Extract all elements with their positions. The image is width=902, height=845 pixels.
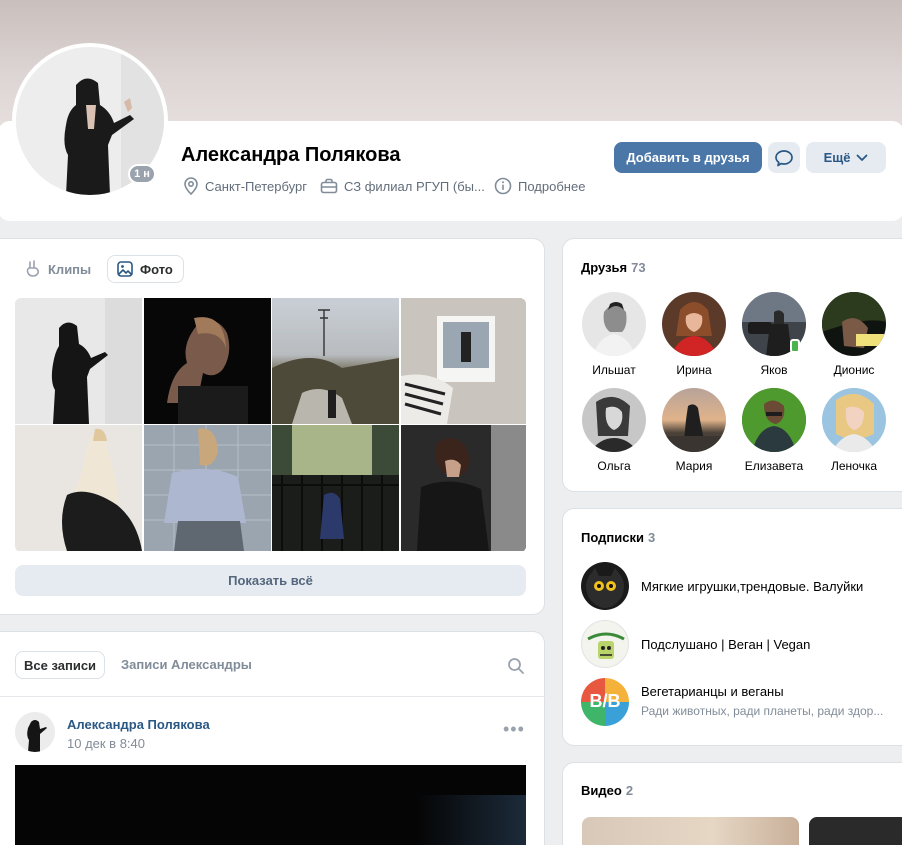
photo-icon	[117, 261, 133, 277]
photos-section: Клипы Фото Показать всё	[0, 238, 545, 615]
wall-section: Все записи Записи Александры Александра …	[0, 631, 545, 845]
chevron-down-icon	[857, 154, 868, 161]
post-date[interactable]: 10 дек в 8:40	[67, 736, 145, 751]
post-author-name[interactable]: Александра Полякова	[67, 717, 210, 732]
subscription-name: Вегетарианцы и веганы	[641, 684, 784, 699]
online-indicator	[790, 339, 800, 353]
friend-avatar	[662, 292, 726, 356]
friend-item[interactable]: Ирина	[654, 292, 734, 377]
tab-clips-label: Клипы	[48, 261, 92, 277]
video-title-label: Видео	[581, 783, 622, 798]
friend-avatar	[582, 388, 646, 452]
friend-item[interactable]: Леночка	[814, 388, 894, 473]
subscription-item[interactable]: Мягкие игрушки,трендовые. Валуйки	[581, 562, 901, 610]
message-icon	[775, 149, 793, 166]
friend-name: Ирина	[676, 363, 712, 377]
photo-thumbnail[interactable]	[15, 298, 142, 424]
subscription-avatar	[581, 562, 629, 610]
friends-section: Друзья 73 Ильшат Ирина Яков Дионис Ольга …	[562, 238, 902, 492]
friend-avatar	[742, 388, 806, 452]
details-link[interactable]: Подробнее	[494, 177, 585, 195]
subscription-name: Мягкие игрушки,трендовые. Валуйки	[641, 579, 864, 594]
subscriptions-title-label: Подписки	[581, 530, 644, 545]
video-section: Видео 2	[562, 762, 902, 845]
divider	[0, 696, 545, 697]
friend-item[interactable]: Дионис	[814, 292, 894, 377]
photo-thumbnail[interactable]	[143, 298, 271, 424]
friends-title-label: Друзья	[581, 260, 628, 275]
details-label: Подробнее	[518, 178, 586, 194]
friend-name: Ольга	[597, 459, 631, 473]
post-media-light	[416, 795, 526, 845]
friend-avatar	[822, 388, 886, 452]
photo-thumbnail[interactable]	[272, 298, 400, 424]
work-label: СЗ филиал РГУП (бы...	[344, 178, 485, 194]
clips-icon	[26, 260, 40, 277]
friend-name: Леночка	[830, 459, 878, 473]
video-thumbnail[interactable]	[582, 817, 799, 845]
more-label: Ещё	[823, 150, 851, 165]
briefcase-icon	[320, 178, 338, 194]
subscriptions-title[interactable]: Подписки 3	[581, 530, 655, 545]
subscription-avatar: В/В	[581, 678, 629, 726]
subscription-avatar	[581, 620, 629, 668]
location-pin-icon	[184, 177, 198, 195]
video-thumbnail[interactable]	[809, 817, 902, 845]
friend-name: Дионис	[833, 363, 875, 377]
online-badge: 1 н	[128, 164, 156, 184]
subscriptions-count: 3	[647, 530, 656, 545]
tab-photo[interactable]: Фото	[107, 255, 184, 283]
tab-photo-label: Фото	[140, 261, 173, 277]
post-menu-icon[interactable]: •••	[503, 720, 525, 738]
subscription-item[interactable]: Подслушано | Веган | Vegan	[581, 620, 901, 668]
friend-item[interactable]: Яков	[734, 292, 814, 377]
info-icon	[494, 177, 512, 195]
friend-avatar	[582, 292, 646, 356]
subscription-name: Подслушано | Веган | Vegan	[641, 637, 811, 652]
friend-name: Елизавета	[744, 459, 804, 473]
add-friend-button[interactable]: Добавить в друзья	[614, 142, 762, 173]
friend-avatar	[822, 292, 886, 356]
friend-name: Яков	[760, 363, 788, 377]
friends-count: 73	[631, 260, 646, 275]
subscription-description: Ради животных, ради планеты, ради здор..…	[641, 704, 884, 718]
city-info[interactable]: Санкт-Петербург	[183, 177, 307, 195]
search-icon[interactable]	[507, 657, 525, 675]
work-info[interactable]: СЗ филиал РГУП (бы...	[320, 177, 485, 195]
photo-thumbnail[interactable]	[143, 425, 271, 551]
subscriptions-section: Подписки 3 Мягкие игрушки,трендовые. Валу…	[562, 508, 902, 746]
city-label: Санкт-Петербург	[205, 178, 307, 194]
friend-name: Ильшат	[592, 363, 636, 377]
more-button[interactable]: Ещё	[806, 142, 886, 173]
photo-thumbnail[interactable]	[15, 425, 142, 551]
friends-title[interactable]: Друзья 73	[581, 260, 646, 275]
friend-item[interactable]: Ильшат	[574, 292, 654, 377]
photo-grid	[15, 298, 526, 552]
friend-item[interactable]: Елизавета	[734, 388, 814, 473]
friend-item[interactable]: Мария	[654, 388, 734, 473]
tab-all-posts[interactable]: Все записи	[15, 651, 106, 679]
photo-thumbnail[interactable]	[400, 298, 526, 424]
profile-name: Александра Полякова	[181, 144, 401, 166]
subscription-item[interactable]: В/В Вегетарианцы и веганы Ради животных,…	[581, 678, 901, 726]
photo-thumbnail[interactable]	[400, 425, 526, 551]
friend-name: Мария	[675, 459, 713, 473]
message-button[interactable]	[768, 142, 800, 173]
tab-clips[interactable]: Клипы	[16, 255, 101, 283]
post-media[interactable]	[15, 765, 526, 845]
subscription-logo-text: В/В	[589, 691, 621, 711]
show-all-photos-button[interactable]: Показать всё	[15, 565, 526, 596]
friend-item[interactable]: Ольга	[574, 388, 654, 473]
friend-avatar	[662, 388, 726, 452]
post-author-avatar[interactable]	[15, 712, 55, 752]
video-title[interactable]: Видео 2	[581, 783, 633, 798]
video-count: 2	[625, 783, 634, 798]
photo-thumbnail[interactable]	[272, 425, 400, 551]
tab-own-posts[interactable]: Записи Александры	[113, 651, 260, 679]
